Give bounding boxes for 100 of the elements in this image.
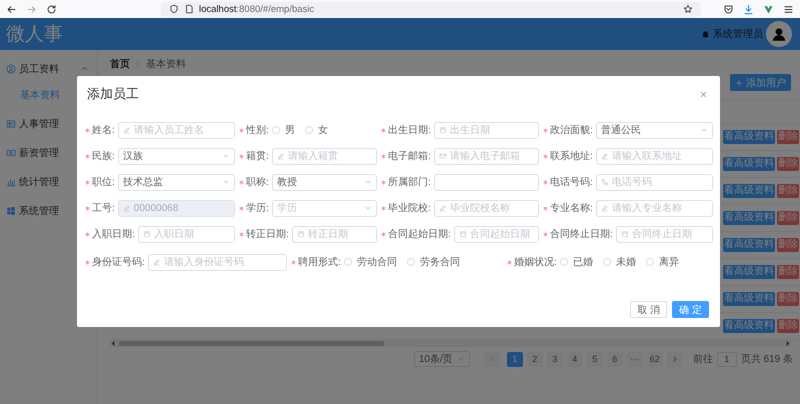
page-button[interactable]: 3 (546, 352, 563, 366)
input-field[interactable]: 请输入专业名称 (596, 200, 713, 216)
input-field[interactable]: 入职日期 (138, 226, 235, 242)
field-label: 身份证号码: (92, 256, 145, 269)
input-field[interactable] (434, 174, 539, 190)
input-field[interactable]: 请输入电子邮箱 (434, 148, 539, 164)
radio-option[interactable]: 劳务合同 (406, 255, 460, 269)
delete-button[interactable]: 删除 (777, 184, 799, 198)
forward-icon[interactable] (26, 4, 37, 14)
plus-icon (735, 78, 743, 86)
field-label: 合同起始日期: (388, 228, 451, 241)
bell-icon[interactable] (701, 30, 710, 38)
input-field[interactable]: 请输入联系地址 (596, 148, 713, 164)
star-icon[interactable] (683, 4, 693, 14)
download-icon[interactable] (743, 4, 754, 14)
avatar-icon[interactable] (766, 21, 792, 47)
input-field[interactable]: 毕业院校名称 (434, 200, 539, 216)
page-button[interactable]: 4 (566, 352, 583, 366)
input-field[interactable]: 合同起始日期 (454, 226, 539, 242)
view-details-button[interactable]: 看高级资料 (723, 157, 775, 171)
select-field[interactable]: 技术总监 (118, 174, 235, 190)
field-label: 职位: (92, 176, 115, 189)
input-field[interactable]: 转正日期 (292, 226, 377, 242)
radio-option[interactable]: 未婚 (602, 255, 636, 269)
pencil-icon (276, 152, 285, 160)
input-field[interactable]: 合同终止日期 (616, 226, 713, 242)
user-circle-icon (6, 64, 16, 74)
field-label: 学历: (246, 202, 269, 215)
page-input[interactable]: 1 (716, 352, 737, 366)
calendar-icon (142, 230, 151, 238)
page-size-select[interactable]: 10条/页 (414, 351, 470, 367)
menu-item[interactable]: 员工资料 (0, 54, 97, 83)
bar-chart-icon (6, 176, 16, 186)
pencil-icon (600, 152, 609, 160)
field-label: 合同终止日期: (550, 228, 613, 241)
chevron-down-icon (364, 204, 372, 212)
chevron-down-icon (222, 152, 230, 160)
delete-button[interactable]: 删除 (777, 211, 799, 225)
id-card-icon (6, 118, 16, 128)
page-button[interactable]: 6 (606, 352, 623, 366)
confirm-button[interactable]: 确 定 (672, 301, 709, 318)
app-title: 微人事 (6, 23, 63, 47)
delete-button[interactable]: 删除 (777, 292, 799, 306)
page-button[interactable]: 2 (526, 352, 543, 366)
menu-icon[interactable] (783, 4, 794, 14)
pocket-icon[interactable] (723, 4, 734, 14)
radio-option[interactable]: 已婚 (560, 255, 593, 269)
url-text: localhost:8080/#/emp/basic (199, 4, 314, 14)
view-details-button[interactable]: 看高级资料 (723, 292, 775, 306)
view-details-button[interactable]: 看高级资料 (723, 319, 775, 333)
page-icon[interactable] (184, 4, 194, 14)
address-bar[interactable]: localhost:8080/#/emp/basic (161, 2, 701, 16)
select-field[interactable]: 普通公民 (596, 122, 713, 138)
back-icon[interactable] (6, 4, 17, 14)
input-field[interactable]: 请输入员工姓名 (118, 122, 235, 138)
view-details-button[interactable]: 看高级资料 (723, 130, 775, 144)
view-details-button[interactable]: 看高级资料 (723, 265, 775, 279)
delete-button[interactable]: 删除 (777, 319, 799, 333)
delete-button[interactable]: 删除 (777, 157, 799, 171)
field-label: 职称: (246, 176, 269, 189)
scroll-right-icon[interactable] (784, 340, 791, 347)
breadcrumb-item[interactable]: 首页 (110, 57, 130, 71)
add-user-button[interactable]: 添加用户 (730, 74, 791, 91)
pencil-icon (152, 258, 161, 266)
delete-button[interactable]: 删除 (777, 130, 799, 144)
view-details-button[interactable]: 看高级资料 (723, 184, 775, 198)
v-logo-icon[interactable] (763, 4, 774, 14)
cancel-button[interactable]: 取 消 (630, 301, 668, 318)
view-details-button[interactable]: 看高级资料 (723, 211, 775, 225)
select-field[interactable]: 教授 (272, 174, 377, 190)
close-icon[interactable] (699, 90, 708, 98)
radio-option[interactable]: 劳动合同 (344, 255, 397, 269)
input-field[interactable]: 请输入身份证号码 (148, 254, 287, 270)
radio-option[interactable]: 女 (304, 123, 328, 137)
radio-option[interactable]: 男 (272, 123, 295, 137)
input-field[interactable]: 出生日期 (434, 122, 539, 138)
scroll-left-icon[interactable] (110, 340, 117, 347)
page-button[interactable]: 62 (646, 352, 663, 366)
page-button[interactable]: 5 (586, 352, 603, 366)
select-field[interactable]: 学历 (272, 200, 377, 216)
view-details-button[interactable]: 看高级资料 (723, 238, 775, 252)
phone-icon (600, 178, 609, 186)
next-page-button[interactable] (666, 352, 683, 366)
radio-option[interactable]: 离异 (646, 255, 679, 269)
select-field[interactable]: 汉族 (118, 148, 235, 164)
delete-button[interactable]: 删除 (777, 238, 799, 252)
page-button[interactable]: 1 (506, 352, 523, 366)
page-button[interactable]: ··· (626, 352, 643, 366)
dialog-title: 添加员工 (87, 85, 139, 103)
field-label: 姓名: (92, 124, 115, 137)
reload-icon[interactable] (46, 4, 57, 14)
field-label: 工号: (92, 202, 115, 215)
shield-icon[interactable] (169, 4, 179, 14)
user-name[interactable]: 系统管理员 (713, 27, 763, 41)
input-field[interactable]: 电话号码 (596, 174, 713, 190)
field-label: 民族: (92, 150, 115, 163)
field-label: 专业名称: (550, 202, 593, 215)
input-field[interactable]: 请输入籍贯 (272, 148, 377, 164)
delete-button[interactable]: 删除 (777, 265, 799, 279)
horizontal-scrollbar[interactable] (110, 340, 791, 347)
